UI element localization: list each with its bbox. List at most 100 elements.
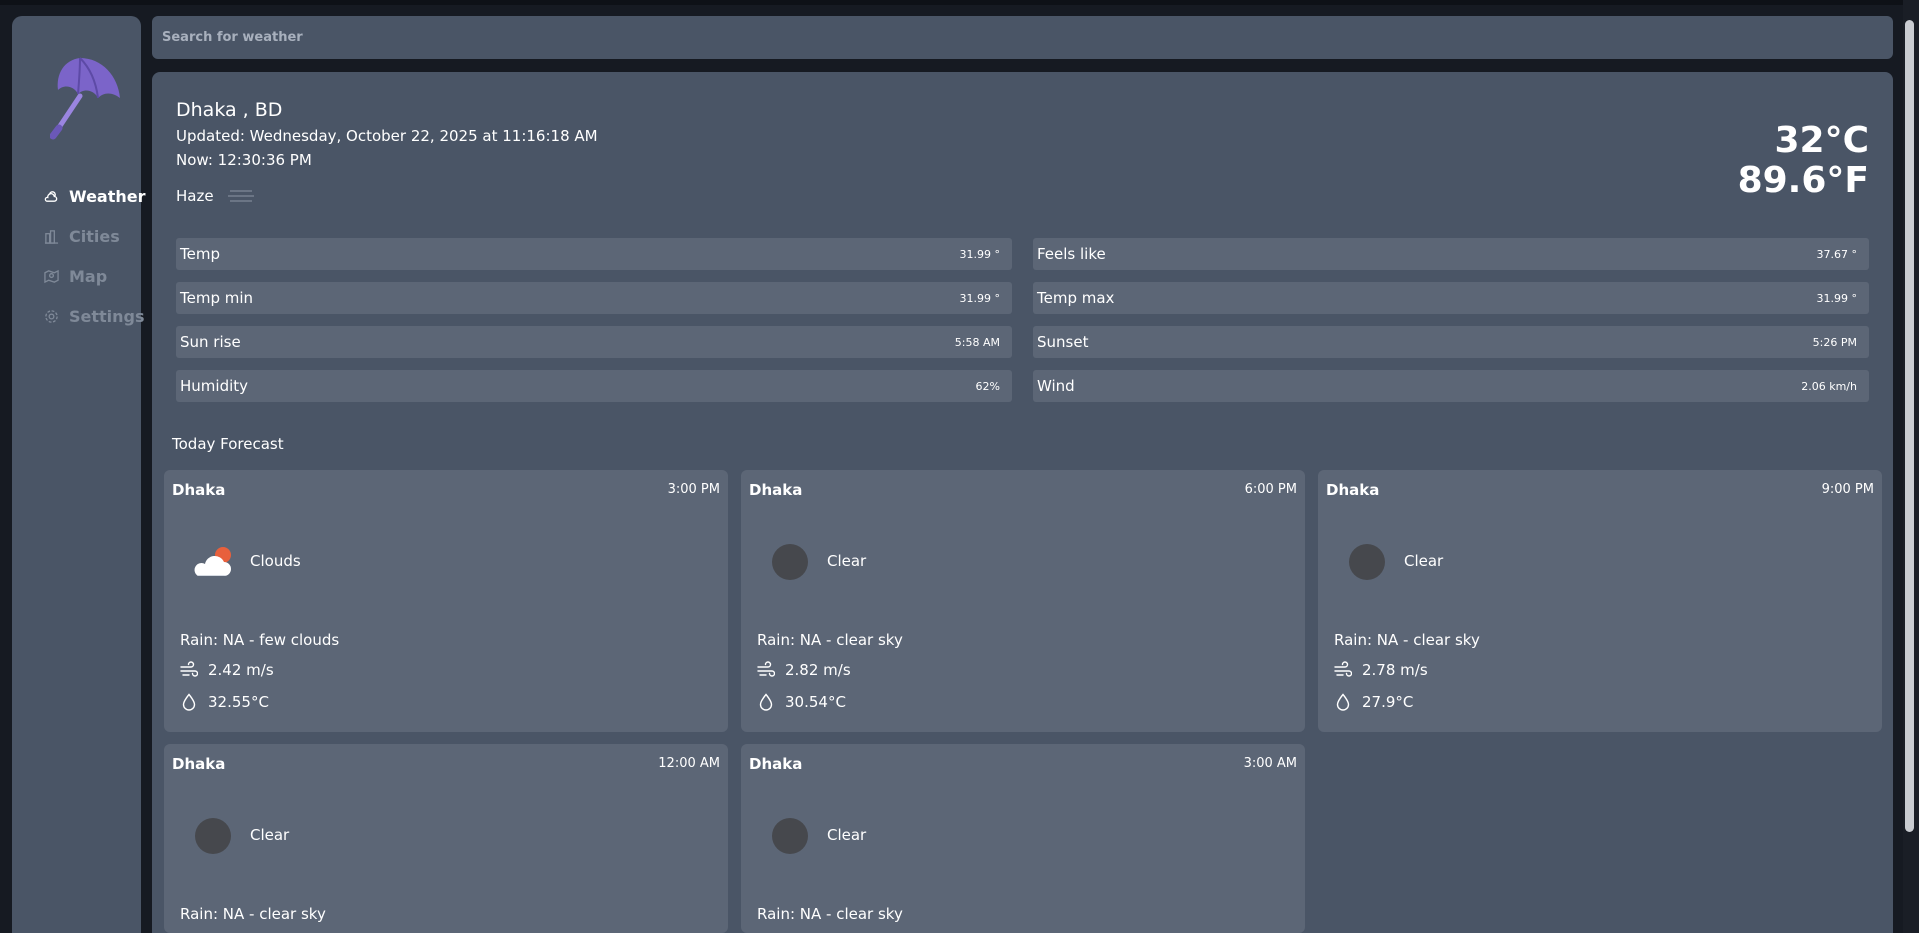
clear-icon — [767, 816, 813, 856]
card-city: Dhaka — [749, 755, 803, 773]
map-icon — [44, 269, 59, 284]
card-wind: 2.82 m/s — [757, 661, 851, 679]
wind-icon — [180, 661, 198, 677]
card-time: 3:00 PM — [667, 482, 720, 497]
card-wind: 2.78 m/s — [1334, 661, 1428, 679]
stat-label: Humidity — [180, 377, 249, 395]
card-temperature: 27.9°C — [1334, 693, 1413, 711]
card-temperature: 30.54°C — [757, 693, 846, 711]
card-time: 12:00 AM — [658, 756, 720, 771]
stat-label: Feels like — [1037, 245, 1106, 263]
card-condition: Clear — [1404, 552, 1444, 570]
stat-value: 37.67 ° — [1816, 247, 1858, 261]
card-wind: 2.42 m/s — [180, 661, 274, 679]
stat-sunset: Sunset 5:26 PM — [1033, 326, 1869, 358]
card-city: Dhaka — [749, 481, 803, 499]
stat-value: 2.06 km/h — [1801, 379, 1857, 393]
sidebar-item-cities[interactable]: Cities — [32, 216, 142, 256]
stat-sunrise: Sun rise 5:58 AM — [176, 326, 1012, 358]
current-time: Now: 12:30:36 PM — [176, 151, 312, 169]
stat-value: 5:58 AM — [954, 335, 1000, 349]
sidebar-item-label: Weather — [69, 186, 146, 206]
current-condition: Haze — [176, 186, 256, 206]
wind-icon — [757, 661, 775, 677]
forecast-card[interactable]: Dhaka 3:00 PM Clouds Rain: NA - few clou… — [164, 470, 728, 732]
stat-temp-max: Temp max 31.99 ° — [1033, 282, 1869, 314]
wind-icon — [1334, 661, 1352, 677]
card-condition: Clear — [827, 826, 867, 844]
window-top-strip — [0, 0, 1919, 5]
card-condition: Clear — [827, 552, 867, 570]
sidebar: Weather Cities Map Settings — [12, 16, 146, 933]
updated-timestamp: Updated: Wednesday, October 22, 2025 at … — [176, 127, 598, 145]
card-wind-value: 2.42 m/s — [208, 661, 274, 679]
card-rain: Rain: NA - clear sky — [180, 905, 326, 923]
stat-label: Sun rise — [180, 333, 241, 351]
card-city: Dhaka — [1326, 481, 1380, 499]
card-rain: Rain: NA - clear sky — [757, 905, 903, 923]
gear-icon — [44, 309, 59, 324]
forecast-card[interactable]: Dhaka 3:00 AM Clear Rain: NA - clear sky — [741, 744, 1305, 933]
stat-label: Temp — [180, 245, 220, 263]
droplet-icon — [182, 693, 196, 711]
sidebar-item-label: Settings — [69, 306, 145, 326]
card-wind-value: 2.78 m/s — [1362, 661, 1428, 679]
clear-icon — [1344, 542, 1390, 582]
sidebar-item-label: Map — [69, 266, 108, 286]
stat-value: 31.99 ° — [959, 291, 1001, 305]
card-city: Dhaka — [172, 481, 226, 499]
clouds-icon — [190, 542, 236, 582]
card-temp-value: 30.54°C — [785, 693, 846, 711]
card-time: 9:00 PM — [1821, 482, 1874, 497]
card-time: 6:00 PM — [1244, 482, 1297, 497]
sidebar-item-weather[interactable]: Weather — [32, 176, 146, 216]
card-temperature: 32.55°C — [180, 693, 269, 711]
stat-value: 31.99 ° — [959, 247, 1001, 261]
card-city: Dhaka — [172, 755, 226, 773]
condition-label: Haze — [176, 187, 214, 205]
forecast-card[interactable]: Dhaka 6:00 PM Clear Rain: NA - clear sky… — [741, 470, 1305, 732]
stat-value: 62% — [975, 379, 1000, 393]
location-title: Dhaka , BD — [176, 99, 283, 121]
card-time: 3:00 AM — [1243, 756, 1297, 771]
clear-icon — [767, 542, 813, 582]
haze-icon — [226, 186, 256, 206]
stat-humidity: Humidity 62% — [176, 370, 1012, 402]
search-input[interactable] — [160, 29, 1885, 46]
clear-icon — [190, 816, 236, 856]
forecast-card[interactable]: Dhaka 9:00 PM Clear Rain: NA - clear sky… — [1318, 470, 1882, 732]
stat-label: Wind — [1037, 377, 1075, 395]
stat-value: 5:26 PM — [1812, 335, 1857, 349]
stat-temp-min: Temp min 31.99 ° — [176, 282, 1012, 314]
forecast-card[interactable]: Dhaka 12:00 AM Clear Rain: NA - clear sk… — [164, 744, 728, 933]
umbrella-icon — [49, 54, 122, 140]
droplet-icon — [759, 693, 773, 711]
card-temp-value: 32.55°C — [208, 693, 269, 711]
stat-label: Temp max — [1037, 289, 1115, 307]
sidebar-item-label: Cities — [69, 226, 120, 246]
cities-icon — [44, 229, 59, 244]
weather-icon — [44, 189, 59, 204]
stat-label: Sunset — [1037, 333, 1089, 351]
card-temp-value: 27.9°C — [1362, 693, 1414, 711]
stat-feels-like: Feels like 37.67 ° — [1033, 238, 1869, 270]
card-rain: Rain: NA - clear sky — [757, 631, 903, 649]
stat-value: 31.99 ° — [1816, 291, 1858, 305]
main-panel: Dhaka , BD Updated: Wednesday, October 2… — [152, 72, 1893, 933]
card-wind-value: 2.82 m/s — [785, 661, 851, 679]
stat-temp: Temp 31.99 ° — [176, 238, 1012, 270]
scrollbar-thumb[interactable] — [1905, 20, 1914, 832]
forecast-title: Today Forecast — [172, 435, 284, 453]
stat-label: Temp min — [180, 289, 254, 307]
card-rain: Rain: NA - clear sky — [1334, 631, 1480, 649]
stat-wind: Wind 2.06 km/h — [1033, 370, 1869, 402]
card-rain: Rain: NA - few clouds — [180, 631, 340, 649]
temperature-fahrenheit: 89.6°F — [1737, 160, 1869, 201]
search-bar — [152, 16, 1893, 59]
sidebar-nav: Weather Cities Map Settings — [32, 176, 146, 336]
card-condition: Clear — [250, 826, 290, 844]
droplet-icon — [1336, 693, 1350, 711]
sidebar-item-map[interactable]: Map — [32, 256, 142, 296]
sidebar-item-settings[interactable]: Settings — [32, 296, 145, 336]
card-condition: Clouds — [250, 552, 301, 570]
